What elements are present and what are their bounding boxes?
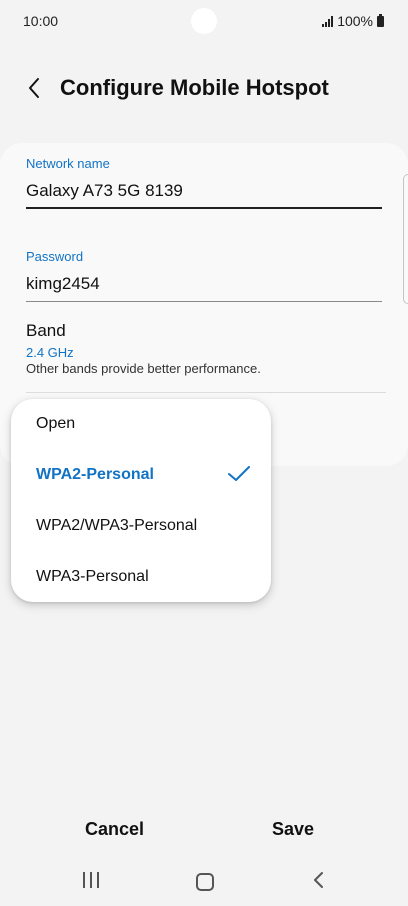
back-icon[interactable] (312, 871, 326, 889)
password-label: Password (26, 249, 84, 264)
network-name-field[interactable]: Galaxy A73 5G 8139 (26, 181, 183, 201)
divider (26, 392, 386, 393)
band-value: 2.4 GHz (26, 345, 74, 360)
password-field[interactable]: kimg2454 (26, 274, 100, 294)
back-button[interactable] (20, 74, 48, 102)
status-time: 10:00 (23, 13, 59, 29)
band-description: Other bands provide better performance. (26, 361, 261, 376)
chevron-left-icon (29, 78, 39, 98)
dropdown-option-wpa3-personal[interactable]: WPA3-Personal (36, 568, 149, 586)
signal-icon (322, 15, 334, 27)
status-indicators: 100% (322, 13, 384, 29)
password-underline (26, 301, 382, 302)
scroll-handle[interactable] (403, 174, 408, 304)
band-setting[interactable]: Band 2.4 GHz Other bands provide better … (26, 321, 382, 381)
camera-cutout (191, 8, 217, 34)
check-icon (228, 466, 250, 481)
battery-percentage: 100% (337, 13, 373, 29)
network-name-label: Network name (26, 156, 110, 171)
battery-icon (377, 13, 384, 27)
dropdown-option-open[interactable]: Open (36, 415, 75, 433)
security-dropdown-menu: Open WPA2-Personal WPA2/WPA3-Personal WP… (11, 399, 271, 602)
page-title: Configure Mobile Hotspot (60, 75, 329, 100)
dropdown-option-wpa2-wpa3-personal[interactable]: WPA2/WPA3-Personal (36, 517, 197, 535)
home-icon[interactable] (196, 873, 214, 891)
dropdown-option-wpa2-personal[interactable]: WPA2-Personal (36, 466, 154, 484)
recent-apps-icon[interactable] (83, 872, 99, 888)
network-name-underline (26, 207, 382, 209)
cancel-button[interactable]: Cancel (85, 819, 144, 840)
band-title: Band (26, 321, 66, 340)
save-button[interactable]: Save (272, 819, 314, 840)
